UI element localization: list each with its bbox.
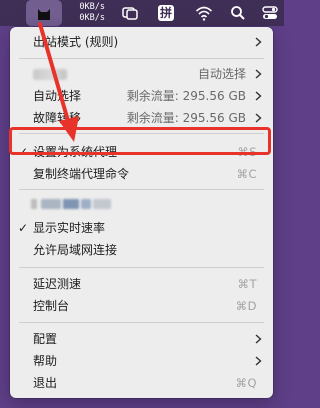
remaining-traffic: 剩余流量: 295.56 GB <box>126 111 246 125</box>
chevron-right-icon <box>255 356 262 366</box>
search-icon[interactable] <box>229 4 247 22</box>
cat-app-icon <box>38 9 50 20</box>
menu-item-show-speed[interactable]: ✓ 显示实时速率 <box>10 217 273 239</box>
menu-separator <box>19 267 264 268</box>
keyboard-shortcut: ⌘Q <box>235 376 257 390</box>
keyboard-shortcut: ⌘C <box>236 167 257 181</box>
menu-item-label: 控制台 <box>33 299 70 313</box>
blurred-item <box>31 199 141 209</box>
menu-item-fallback[interactable]: 故障转移 剩余流量: 295.56 GB <box>10 107 273 129</box>
menu-item-auto-select[interactable]: 自动选择 剩余流量: 295.56 GB <box>10 85 273 107</box>
menu-item-blurred[interactable] <box>10 193 273 215</box>
menu-item-label: 复制终端代理命令 <box>33 167 130 181</box>
menu-item-allow-lan[interactable]: 允许局域网连接 <box>10 239 273 261</box>
menu-item-copy-terminal-command[interactable]: 复制终端代理命令 ⌘C <box>10 163 273 185</box>
menu-item-label: 允许局域网连接 <box>33 243 118 257</box>
menu-bar: 0KB/s 0KB/s 拼 <box>0 0 284 26</box>
menu-item-proxy-group[interactable]: 自动选择 <box>10 63 273 85</box>
control-center-icon[interactable] <box>261 4 279 22</box>
menu-item-label: 出站模式 (规则) <box>33 35 119 49</box>
menu-item-outbound-mode[interactable]: 出站模式 (规则) <box>10 31 273 53</box>
download-speed: 0KB/s <box>79 12 105 23</box>
clash-app-status-item[interactable] <box>26 0 62 26</box>
proxy-group-selection: 自动选择 <box>197 67 246 81</box>
menu-separator <box>19 189 264 190</box>
clash-dropdown-menu: 出站模式 (规则) 自动选择 自动选择 剩余流量: 295.56 GB 故障转移… <box>9 27 273 398</box>
network-speed-readout: 0KB/s 0KB/s <box>67 2 105 23</box>
menu-item-label: 退出 <box>33 376 58 390</box>
menu-item-label: 故障转移 <box>33 111 82 125</box>
blurred-group-name <box>33 69 67 80</box>
menu-item-latency-test[interactable]: 延迟测速 ⌘T <box>10 273 273 295</box>
menu-separator <box>19 322 264 323</box>
menu-item-config[interactable]: 配置 <box>10 328 273 350</box>
menu-item-dashboard[interactable]: 控制台 ⌘D <box>10 295 273 317</box>
menu-item-help[interactable]: 帮助 <box>10 350 273 372</box>
chevron-right-icon <box>255 37 262 47</box>
chevron-right-icon <box>255 334 262 344</box>
input-method-icon[interactable]: 拼 <box>158 5 174 21</box>
menu-item-label: 帮助 <box>33 354 58 368</box>
menu-item-label: 显示实时速率 <box>33 221 106 235</box>
input-method-label: 拼 <box>159 6 172 20</box>
menu-item-label: 配置 <box>33 332 58 346</box>
chevron-right-icon <box>255 91 262 101</box>
menu-item-label: 延迟测速 <box>33 277 82 291</box>
chevron-right-icon <box>255 113 262 123</box>
upload-speed: 0KB/s <box>79 2 105 12</box>
keyboard-shortcut: ⌘D <box>235 299 257 313</box>
chevron-right-icon <box>255 69 262 79</box>
keyboard-shortcut: ⌘T <box>237 277 257 291</box>
annotation-highlight-box <box>9 127 271 155</box>
checkmark-icon: ✓ <box>18 221 29 235</box>
remaining-traffic: 剩余流量: 295.56 GB <box>126 89 246 103</box>
window-overlap-icon[interactable] <box>121 4 139 22</box>
wifi-icon[interactable] <box>195 4 213 22</box>
menu-item-label: 自动选择 <box>33 89 82 103</box>
menu-separator <box>19 58 264 59</box>
menu-item-quit[interactable]: 退出 ⌘Q <box>10 372 273 394</box>
